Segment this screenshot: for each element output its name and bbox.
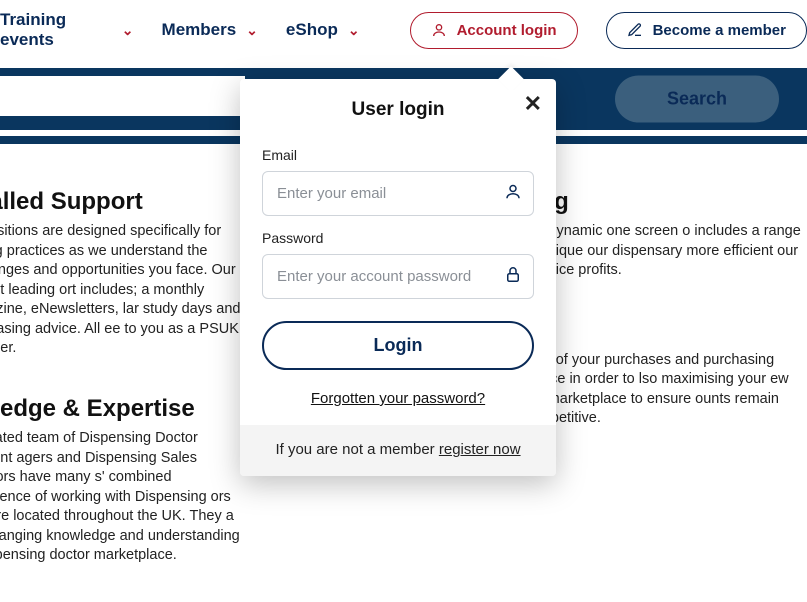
top-nav: Training events ⌄ Members ⌄ eShop ⌄ Acco… [0, 0, 807, 68]
nav-eshop[interactable]: eShop ⌄ [286, 20, 360, 40]
block-body: our dynamic one screen o includes a rang… [524, 222, 807, 281]
chevron-down-icon: ⌄ [348, 22, 360, 39]
email-field-wrap [262, 171, 534, 216]
user-icon [431, 22, 447, 38]
popover-title: User login [352, 99, 445, 120]
become-member-button[interactable]: Become a member [606, 12, 807, 49]
user-icon [504, 182, 522, 205]
lock-icon [504, 265, 522, 288]
password-field[interactable] [262, 254, 534, 299]
nav-training-events[interactable]: Training events ⌄ [0, 10, 134, 50]
nav-label: eShop [286, 20, 338, 40]
not-member-text: If you are not a member [275, 441, 438, 458]
block-body: dedicated team of Dispensing Doctor Acco… [0, 429, 244, 566]
forgot-password-link[interactable]: Forgotten your password? [262, 390, 534, 407]
nav-label: Training events [0, 10, 112, 50]
block-body: lysis of your purchases and purchasing a… [524, 351, 807, 429]
register-link[interactable]: register now [439, 441, 521, 458]
chevron-down-icon: ⌄ [122, 22, 134, 39]
popover-body: Email Password Login Forgotten your pass… [240, 129, 556, 425]
search-button-label: Search [667, 89, 727, 109]
become-member-label: Become a member [653, 22, 786, 39]
email-label: Email [262, 147, 534, 163]
block-title: is [524, 317, 807, 345]
login-popover: User login ✕ Email Password Login F [240, 79, 556, 476]
password-field-wrap [262, 254, 534, 299]
nav-members[interactable]: Members ⌄ [162, 20, 258, 40]
forgot-password-label: Forgotten your password? [311, 390, 485, 407]
search-input[interactable] [0, 76, 245, 116]
login-button[interactable]: Login [262, 321, 534, 370]
block-title: rivalled Support [0, 188, 244, 216]
account-login-button[interactable]: Account login [410, 12, 578, 49]
block-title: ring [524, 188, 807, 216]
block-knowledge: owledge & Expertise dedicated team of Di… [0, 395, 244, 566]
popover-footer: If you are not a member register now [240, 425, 556, 476]
content-col-left: rivalled Support propositions are design… [0, 188, 244, 602]
block-is: is lysis of your purchases and purchasin… [524, 317, 807, 429]
block-title: owledge & Expertise [0, 395, 244, 423]
search-button[interactable]: Search [615, 76, 779, 123]
email-field[interactable] [262, 171, 534, 216]
popover-header: User login ✕ [240, 79, 556, 129]
content-col-right: ring our dynamic one screen o includes a… [524, 188, 807, 602]
password-label: Password [262, 230, 534, 246]
block-support: rivalled Support propositions are design… [0, 188, 244, 359]
close-icon[interactable]: ✕ [524, 93, 542, 115]
edit-icon [627, 22, 643, 38]
block-body: propositions are designed specifically f… [0, 222, 244, 359]
login-button-label: Login [374, 335, 423, 355]
chevron-down-icon: ⌄ [246, 22, 258, 39]
register-label: register now [439, 441, 521, 458]
block-ring: ring our dynamic one screen o includes a… [524, 188, 807, 281]
nav-label: Members [162, 20, 237, 40]
account-login-label: Account login [457, 22, 557, 39]
